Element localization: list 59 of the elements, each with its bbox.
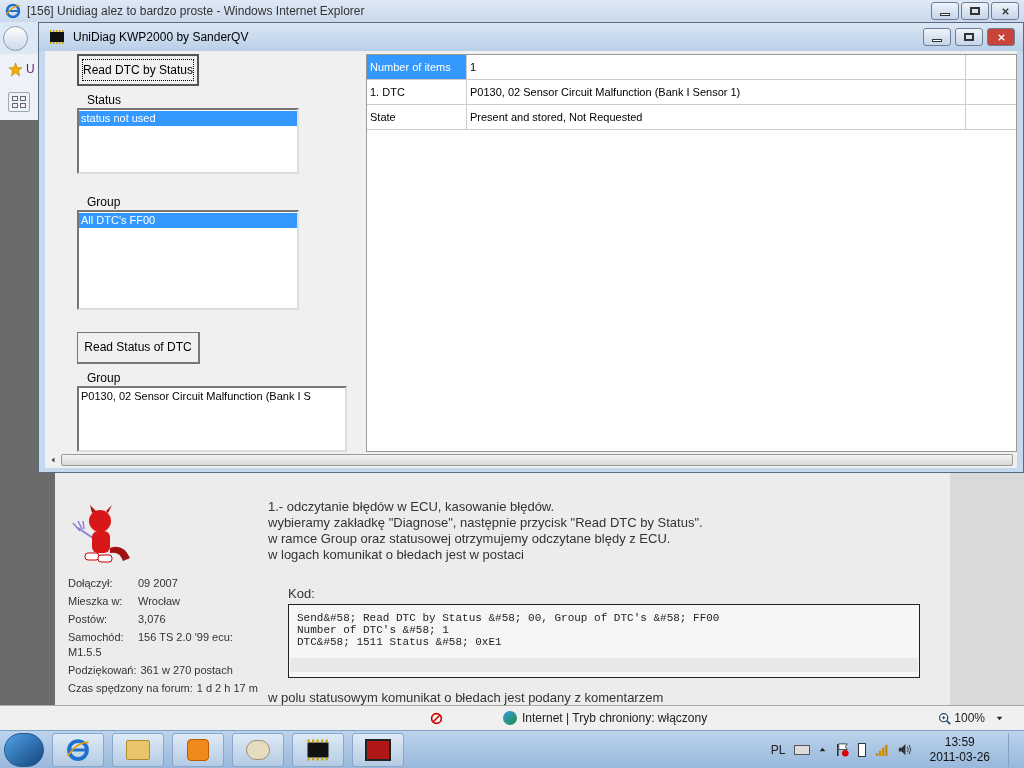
post-text: 1.- odczytanie błędów w ECU, kasowanie błędów. (268, 499, 556, 515)
tab-grid-icon[interactable] (8, 92, 30, 112)
show-hidden-icon[interactable] (817, 745, 827, 754)
clock-time[interactable]: 13:59 (944, 734, 975, 750)
security-zone-text: Internet | Tryb chroniony: włączony (522, 710, 708, 727)
list-label: Group (87, 194, 122, 211)
code-scrollbar[interactable] (290, 657, 918, 672)
list-box[interactable]: P0130, 02 Sensor Circuit Malfunction (Bank I S (77, 386, 347, 452)
zoom-level[interactable]: 100% (954, 709, 985, 727)
code-text: Send&#58; Read DTC by Status &#58; 00, Group of DTC's &#58; FF00 Number of DTC's &#58; 1 DTC&#58; 1511 Status &#58; 0xE1 (296, 610, 721, 650)
code-label: Kod: (288, 585, 316, 603)
profile-line: Mieszka w: Wrocław (68, 594, 181, 609)
post-text: w polu statusowym komunikat o błedach jest podany z komentarzem (268, 689, 665, 705)
minimize-button[interactable] (931, 2, 959, 20)
maximize-button[interactable] (955, 28, 983, 46)
flag-icon[interactable] (834, 742, 850, 757)
profile-line: Samochód: 156 TS 2.0 '99 ecu: M1.5.5 (68, 630, 234, 660)
read-dtc-button[interactable]: Read DTC by Status (77, 54, 199, 87)
post-text: w logach komunikat o błedach jest w postaci (268, 547, 525, 563)
start-button[interactable] (4, 732, 44, 767)
favorite-link[interactable]: U (26, 60, 35, 78)
list-label: Group (87, 370, 122, 386)
clock-date[interactable]: 2011-03-26 (929, 749, 990, 765)
read-status-button[interactable]: Read Status of DTC (77, 331, 200, 364)
post-text: w ramce Group oraz statusowej otrzymujemy odczytane blędy z ECU. (268, 531, 672, 547)
globe-icon (503, 711, 517, 725)
restore-button[interactable] (961, 2, 989, 20)
table-cell[interactable]: 1. DTC (367, 80, 467, 104)
window-title: UniDiag KWP2000 by SanderQV (73, 29, 249, 46)
profile-line: Czas spędzony na forum: 1 d 2 h 17 m (68, 681, 258, 696)
keyboard-icon[interactable] (793, 744, 810, 755)
list-label: Status (87, 92, 123, 109)
profile-line: Postów: 3,076 (68, 612, 167, 627)
close-button[interactable] (987, 28, 1015, 46)
list-item[interactable]: P0130, 02 Sensor Circuit Malfunction (Bank I S (79, 389, 345, 404)
close-button[interactable] (991, 2, 1019, 20)
taskbar-button[interactable] (352, 732, 404, 767)
table-cell[interactable]: State (367, 105, 467, 129)
language-indicator[interactable]: PL (770, 740, 786, 759)
browser-title: [156] Unidiag alez to bardzo proste - Windows Internet Explorer (27, 3, 365, 20)
battery-icon[interactable] (857, 742, 866, 757)
privacy-icon[interactable] (430, 711, 443, 725)
scroll-left-icon[interactable] (49, 456, 57, 464)
post-text: wybieramy zakładkę "Diagnose", następnie przycisk "Read DTC by Status". (268, 515, 704, 531)
browser-icon (5, 3, 21, 19)
taskbar-button[interactable] (292, 732, 344, 767)
favorites-star-icon[interactable] (8, 61, 23, 77)
speaker-icon[interactable] (896, 742, 912, 757)
profile-line: Dołączył: 09 2007 (68, 576, 179, 591)
table-cell: 1 (467, 55, 966, 79)
browser-icon (66, 737, 90, 762)
table-cell: Present and stored, Not Requested (467, 105, 966, 129)
profile-line: Podziękowań: 361 w 270 postach (68, 663, 234, 678)
minimize-button[interactable] (923, 28, 951, 46)
chip-icon (47, 30, 67, 44)
zoom-icon[interactable] (938, 711, 952, 725)
table-cell: P0130, 02 Sensor Circuit Malfunction (Bank I Sensor 1) (467, 80, 966, 104)
horizontal-scrollbar[interactable] (45, 452, 1017, 468)
folder-icon (126, 739, 150, 760)
